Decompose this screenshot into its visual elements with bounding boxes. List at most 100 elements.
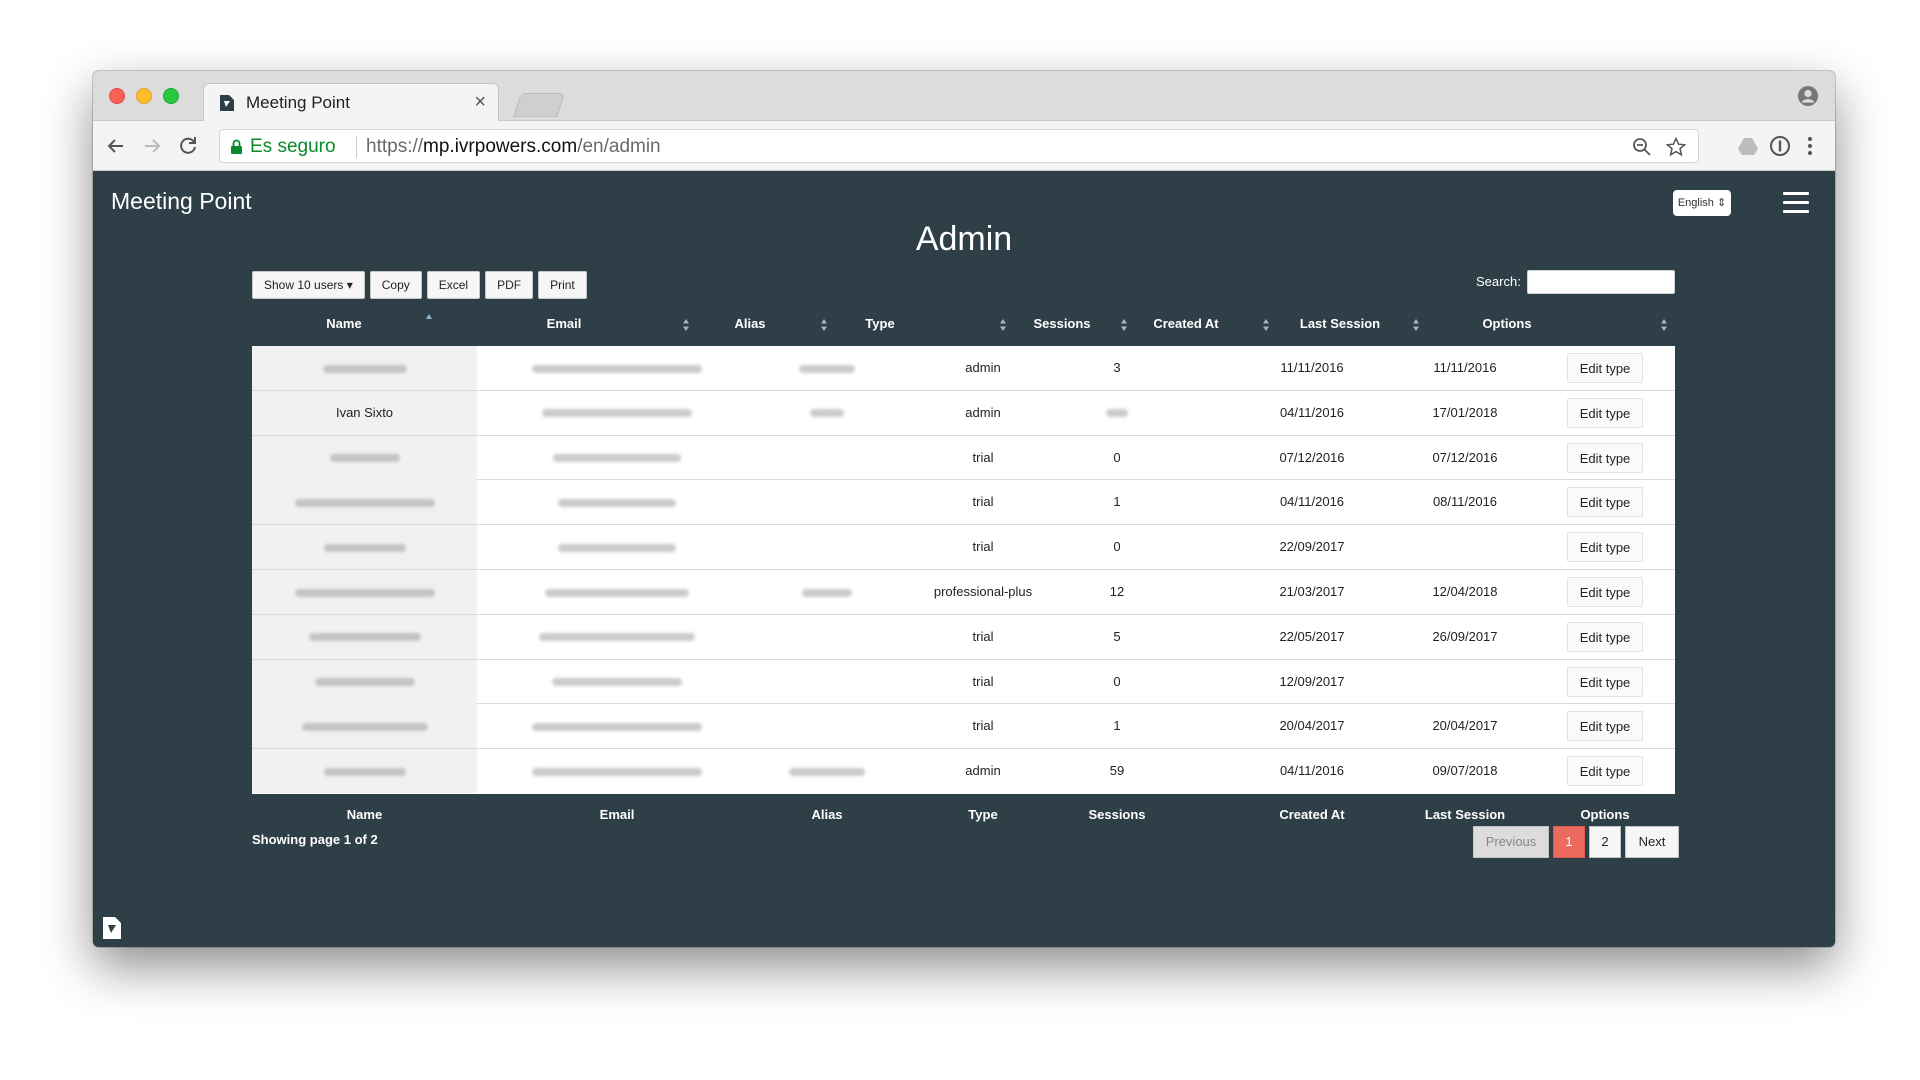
options-cell: Edit type [1535,570,1675,614]
show-users-dropdown[interactable]: Show 10 users ▾ [252,271,365,299]
created-at-cell: 04/11/2016 [1279,763,1345,779]
column-header-last-session[interactable]: Last Session [1275,306,1405,346]
redacted-email [542,409,692,418]
last-session-cell: 09/07/2018 [1432,763,1498,779]
address-bar[interactable]: Es seguro https://mp.ivrpowers.com/en/ad… [219,129,1699,163]
previous-page-button[interactable]: Previous [1473,826,1549,858]
column-header-alias[interactable]: Alias [692,306,808,346]
redacted-name [301,722,428,731]
created-at-cell: 22/09/2017 [1279,539,1345,555]
options-cell: Edit type [1535,660,1675,704]
reload-icon[interactable] [175,133,201,159]
column-header-type[interactable]: Type [808,306,952,346]
sort-ascending-icon [426,314,432,319]
redacted-alias [810,409,844,418]
options-cell: Edit type [1535,436,1675,480]
column-header-email[interactable]: Email [436,306,692,346]
meeting-point-logo-icon [103,917,121,939]
email-cell [477,704,757,748]
created-at-cell: 11/11/2016 [1280,360,1344,375]
sort-icon [1661,319,1667,331]
url-scheme: https:// [366,136,424,157]
search-input[interactable] [1527,270,1675,294]
type-cell: professional-plus [933,584,1033,599]
edit-type-button[interactable]: Edit type [1566,666,1644,697]
tab-title: Meeting Point [246,93,350,112]
profile-icon[interactable] [1797,85,1819,107]
search-label: Search: [1476,274,1521,289]
name-cell [252,480,477,525]
browser-tab[interactable]: Meeting Point × [203,83,499,121]
options-cell: Edit type [1535,615,1675,659]
alias-cell [757,480,897,524]
tab-close-icon[interactable]: × [474,91,486,113]
language-select[interactable]: English ⇕ [1673,190,1731,216]
alias-cell [757,615,897,659]
redacted-email [539,633,695,642]
redacted-sessions [1106,409,1128,418]
hamburger-menu-icon[interactable] [1783,192,1809,214]
zoom-icon[interactable] [1632,137,1652,157]
page-1-button[interactable]: 1 [1553,826,1585,858]
edit-type-button[interactable]: Edit type [1566,756,1644,787]
last-session-cell: 08/11/2016 [1432,494,1498,510]
minimize-window-button[interactable] [136,88,152,104]
column-header-created-at[interactable]: Created At [1130,306,1242,346]
drive-extension-icon[interactable] [1737,135,1759,157]
table-row: professional-plus 12 21/03/2017 12/04/20… [252,570,1675,615]
alias-cell [757,660,897,704]
maximize-window-button[interactable] [163,88,179,104]
sort-icon [1000,319,1006,331]
redacted-name [323,767,406,776]
edit-type-button[interactable]: Edit type [1566,353,1644,383]
last-session-cell: 20/04/2017 [1432,718,1498,734]
excel-button[interactable]: Excel [426,271,481,299]
redacted-name [294,588,435,597]
edit-type-button[interactable]: Edit type [1566,487,1644,518]
options-cell: Edit type [1535,749,1675,793]
email-cell [477,525,757,569]
password-manager-icon[interactable] [1769,135,1791,157]
url-text[interactable]: https://mp.ivrpowers.com/en/admin [366,136,661,158]
bookmark-star-icon[interactable] [1666,137,1686,157]
column-header-name[interactable]: Name [252,306,436,346]
edit-type-button[interactable]: Edit type [1566,577,1644,607]
close-window-button[interactable] [109,88,125,104]
edit-type-button[interactable]: Edit type [1566,532,1644,563]
pagination-info: Showing page 1 of 2 [252,832,378,847]
redacted-email [552,678,682,687]
last-session-cell: 17/01/2018 [1432,404,1498,420]
type-cell: admin [965,404,1001,420]
created-at-cell: 12/09/2017 [1279,673,1345,689]
sessions-cell: 3 [1113,360,1121,375]
forward-arrow-icon[interactable] [139,133,165,159]
table-row: Ivan Sixto admin 04/11/2016 17/01/2018 E… [252,390,1675,436]
email-cell [477,480,757,524]
page-2-button[interactable]: 2 [1589,826,1621,858]
footer-sessions: Sessions [1088,807,1146,822]
pdf-button[interactable]: PDF [485,271,534,299]
next-page-button[interactable]: Next [1625,826,1679,858]
name-cell [252,435,477,480]
table-row: admin 3 11/11/2016 11/11/2016 Edit type [252,346,1675,391]
browser-menu-icon[interactable] [1799,135,1821,157]
print-button[interactable]: Print [538,271,587,299]
name-cell: Ivan Sixto [252,390,477,435]
column-header-options[interactable]: Options [1432,306,1582,346]
email-cell [477,436,757,480]
sessions-cell: 59 [1109,763,1125,779]
name-cell [252,659,477,704]
sessions-cell [1062,391,1172,435]
column-header-sessions[interactable]: Sessions [1012,306,1112,346]
new-tab-button[interactable] [513,93,565,117]
alias-cell [757,570,897,614]
edit-type-button[interactable]: Edit type [1566,397,1644,428]
options-cell: Edit type [1535,525,1675,569]
back-arrow-icon[interactable] [103,133,129,159]
lock-icon [231,139,242,154]
edit-type-button[interactable]: Edit type [1566,442,1644,473]
copy-button[interactable]: Copy [369,271,422,299]
edit-type-button[interactable]: Edit type [1566,711,1644,742]
brand-title[interactable]: Meeting Point [111,188,252,215]
edit-type-button[interactable]: Edit type [1566,621,1644,652]
